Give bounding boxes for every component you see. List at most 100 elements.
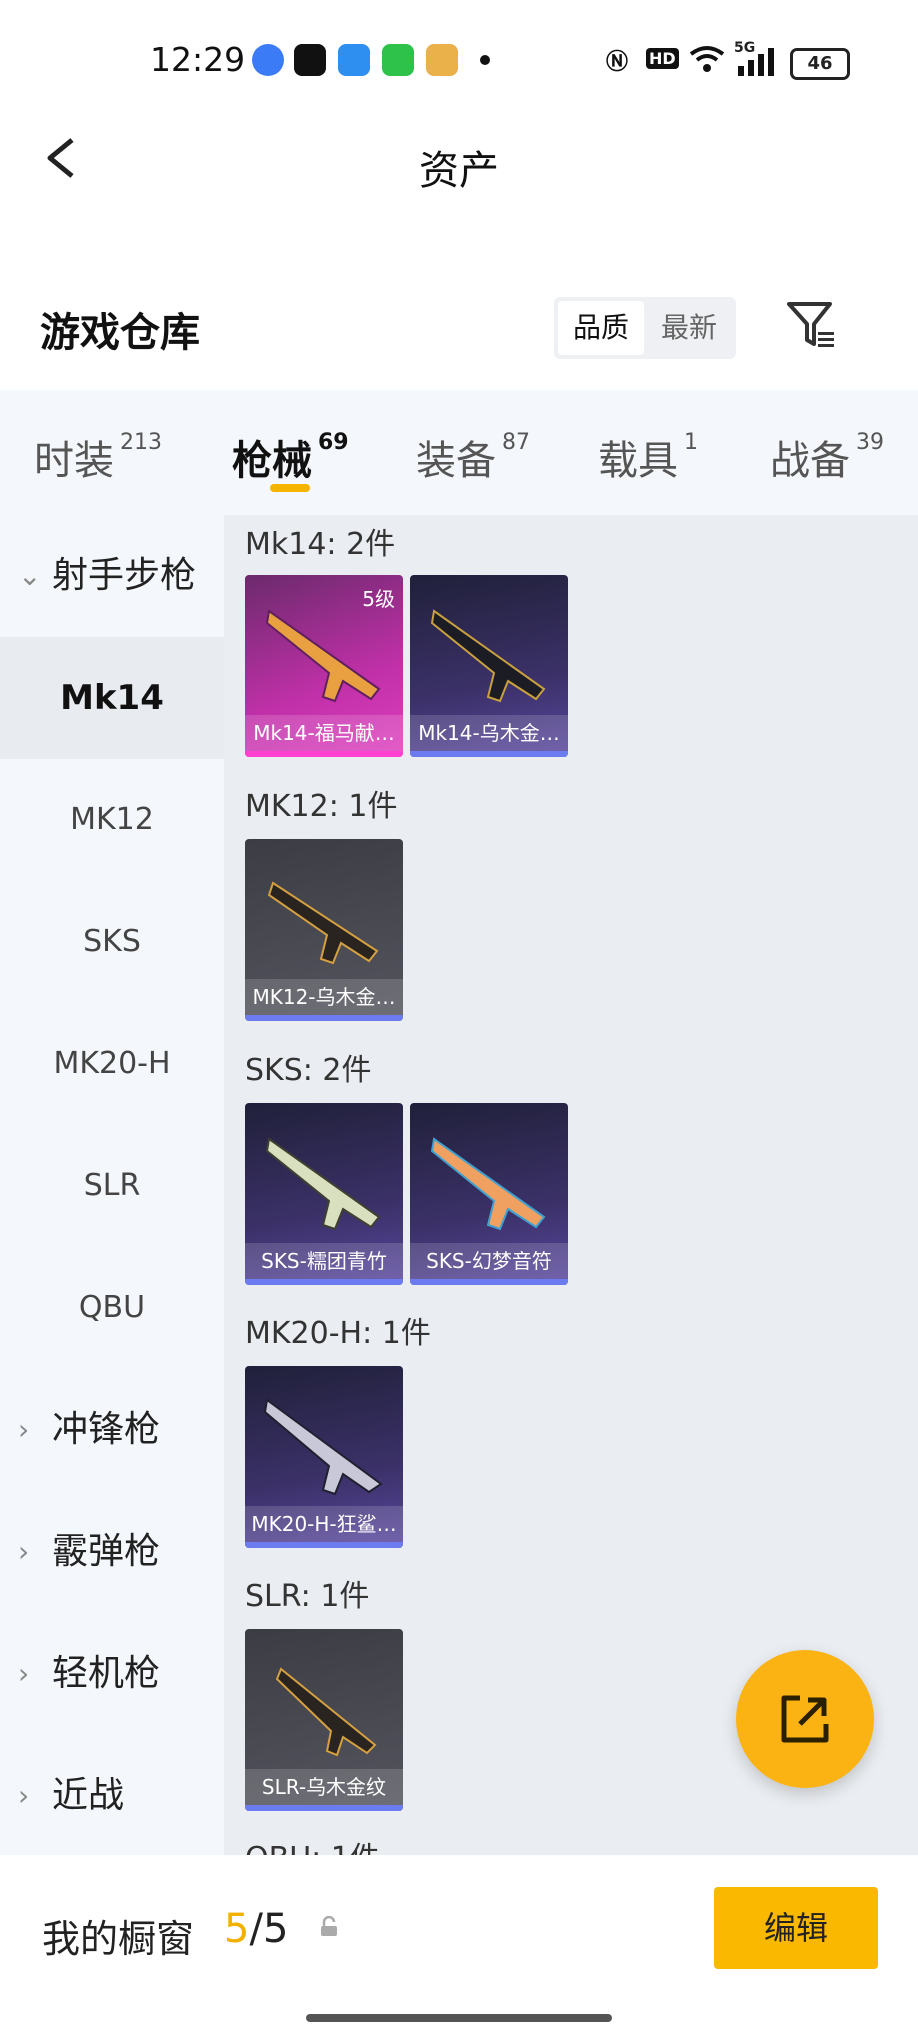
tab-count: 213	[120, 430, 162, 455]
showcase-count-separator: /	[249, 1906, 263, 1952]
chevron-right-icon: ›	[18, 1657, 30, 1690]
tab-label: 时装	[34, 438, 114, 484]
rifle-image	[267, 881, 379, 965]
group-label: SLR: 1件	[245, 1579, 370, 1614]
tiktok-icon	[294, 44, 326, 76]
rarity-bar	[245, 1542, 403, 1548]
rarity-bar	[245, 1279, 403, 1285]
group-label: QBU: 1件	[245, 1833, 380, 1855]
status-bar: 12:29 Ⓝ HD 5G 46	[0, 0, 918, 120]
tab-label: 枪械	[232, 438, 312, 484]
category-tabs: 时装 213 枪械 69 装备 87 载具 1 战备 39	[0, 390, 918, 515]
tab-guns[interactable]: 枪械 69	[232, 428, 349, 486]
chevron-right-icon: ›	[18, 1413, 30, 1446]
page-title: 资产	[419, 148, 499, 194]
rarity-bar	[410, 1279, 568, 1285]
group-label: MK12: 1件	[245, 789, 398, 824]
tab-label: 载具	[598, 438, 678, 484]
tab-fashion[interactable]: 时装 213	[34, 428, 162, 486]
weapon-type-sidebar: ⌄ 射手步枪 Mk14 MK12 SKS MK20-H SLR QBU › 冲锋枪 …	[0, 515, 224, 1855]
showcase-label: 我的橱窗	[42, 1917, 195, 1961]
rifle-image	[430, 1137, 546, 1231]
rifle-image	[430, 609, 546, 703]
weapon-card[interactable]: SKS-糯团青竹	[245, 1103, 403, 1285]
group-label: SKS: 2件	[245, 1053, 372, 1088]
lock-icon	[321, 1916, 337, 1936]
tab-vehicles[interactable]: 载具 1	[598, 428, 698, 486]
section-title: 游戏仓库	[40, 310, 200, 356]
weapon-card[interactable]: Mk14-乌木金…	[410, 575, 568, 757]
rifle-image	[265, 609, 381, 703]
rifle-image	[265, 1137, 381, 1231]
tab-label: 战备	[770, 438, 850, 484]
wechat-icon	[382, 44, 414, 76]
app-notification-icon	[252, 44, 284, 76]
showcase-count: 5/5	[224, 1906, 288, 1952]
rifle-image	[275, 1667, 377, 1757]
sidebar-group-lmg[interactable]: › 轻机枪	[0, 1613, 224, 1735]
sort-latest-option[interactable]: 最新	[646, 297, 732, 359]
weapon-card[interactable]: SKS-幻梦音符	[410, 1103, 568, 1285]
weapon-name: SKS-幻梦音符	[410, 1243, 568, 1279]
home-indicator	[306, 2014, 612, 2022]
sidebar-item-mk12[interactable]: MK12	[0, 759, 224, 881]
hd-icon: HD	[646, 48, 679, 69]
level-badge: 5级	[362, 587, 395, 611]
edit-button[interactable]: 编辑	[714, 1887, 878, 1969]
sort-segmented-control: 品质 最新	[554, 297, 736, 359]
browser-icon	[338, 44, 370, 76]
signal-icon	[738, 48, 774, 76]
sidebar-item-mk20h[interactable]: MK20-H	[0, 1003, 224, 1125]
weapon-card[interactable]: SLR-乌木金纹	[245, 1629, 403, 1811]
sidebar-group-label: 霰弹枪	[52, 1531, 161, 1572]
chevron-right-icon: ›	[18, 1535, 30, 1568]
sidebar-group-marksman[interactable]: ⌄ 射手步枪	[0, 515, 224, 637]
sidebar-group-shotgun[interactable]: › 霰弹枪	[0, 1491, 224, 1613]
share-icon	[781, 1695, 829, 1743]
sidebar-group-smg[interactable]: › 冲锋枪	[0, 1369, 224, 1491]
active-tab-indicator	[270, 484, 310, 492]
weapon-name: SKS-糯团青竹	[245, 1243, 403, 1279]
chevron-down-icon: ⌄	[18, 559, 42, 592]
wifi-icon	[689, 46, 725, 72]
sort-quality-option[interactable]: 品质	[558, 301, 644, 355]
sidebar-item-qbu[interactable]: QBU	[0, 1247, 224, 1369]
weapon-name: SLR-乌木金纹	[245, 1769, 403, 1805]
nfc-icon: Ⓝ	[606, 50, 629, 75]
more-notifications-dot	[480, 55, 490, 65]
battery-indicator: 46	[790, 48, 850, 80]
showcase-count-current: 5	[224, 1906, 250, 1952]
tab-count: 69	[318, 430, 349, 455]
weapon-name: Mk14-福马献…	[245, 715, 403, 751]
rifle-image	[263, 1398, 383, 1496]
share-fab-button[interactable]	[736, 1650, 874, 1788]
rarity-bar	[245, 1015, 403, 1021]
weapon-name: MK20-H-狂鲨…	[245, 1506, 403, 1542]
weapon-name: Mk14-乌木金…	[410, 715, 568, 751]
sidebar-group-melee[interactable]: › 近战	[0, 1735, 224, 1857]
tab-equipment[interactable]: 装备 87	[416, 428, 530, 486]
tab-count: 87	[502, 430, 530, 455]
tab-count: 1	[684, 430, 698, 455]
sidebar-group-label: 射手步枪	[52, 555, 197, 596]
filter-icon[interactable]	[786, 300, 836, 350]
showcase-count-total: 5	[262, 1906, 289, 1952]
rarity-bar	[245, 1805, 403, 1811]
sidebar-item-slr[interactable]: SLR	[0, 1125, 224, 1247]
weapon-card[interactable]: MK20-H-狂鲨…	[245, 1366, 403, 1548]
tab-supplies[interactable]: 战备 39	[770, 428, 884, 486]
status-time: 12:29	[150, 40, 246, 79]
sidebar-group-label: 冲锋枪	[52, 1409, 161, 1450]
sidebar-group-label: 轻机枪	[52, 1653, 161, 1694]
sidebar-item-mk14[interactable]: Mk14	[0, 637, 224, 759]
rarity-bar	[410, 751, 568, 757]
weapon-card[interactable]: MK12-乌木金…	[245, 839, 403, 1021]
group-label: Mk14: 2件	[245, 527, 396, 562]
sidebar-item-sks[interactable]: SKS	[0, 881, 224, 1003]
weapon-name: MK12-乌木金…	[245, 979, 403, 1015]
wallet-icon	[426, 44, 458, 76]
weapon-card[interactable]: 5级 Mk14-福马献…	[245, 575, 403, 757]
group-label: MK20-H: 1件	[245, 1316, 431, 1351]
tab-count: 39	[856, 430, 884, 455]
tab-label: 装备	[416, 438, 496, 484]
